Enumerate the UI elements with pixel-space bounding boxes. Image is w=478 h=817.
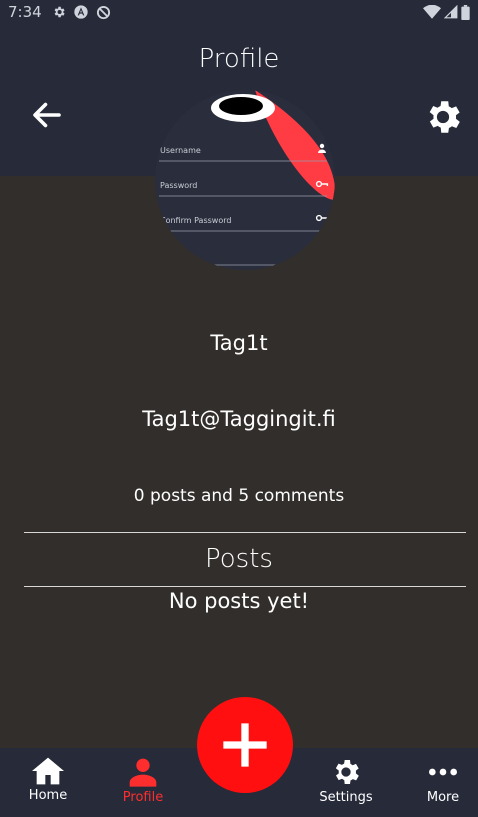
arrow-left-icon: [33, 102, 61, 128]
gear-icon: [54, 6, 65, 18]
nav-item-profile[interactable]: Profile: [95, 748, 191, 817]
nav-label-more: More: [426, 790, 460, 805]
battery-icon: [461, 4, 470, 20]
add-post-button[interactable]: [197, 697, 293, 793]
home-icon: [32, 757, 64, 785]
gear-icon: [335, 760, 359, 784]
posts-section-title: Posts: [205, 544, 273, 574]
status-bar: 7:34: [0, 0, 478, 24]
avatar-image: Username Password Confirm Password: [155, 90, 335, 270]
avatar-field-label: Password: [160, 181, 197, 190]
wifi-icon: [423, 5, 441, 19]
back-button[interactable]: [26, 94, 68, 136]
avatar-field-label: Username: [160, 146, 201, 155]
status-time: 7:34: [8, 3, 42, 21]
nav-label-profile: Profile: [122, 790, 164, 805]
nav-item-more[interactable]: More: [395, 748, 478, 817]
avatar-field-label: Confirm Password: [160, 216, 231, 225]
angular-icon: [74, 5, 88, 19]
plus-icon: [223, 723, 267, 767]
settings-button[interactable]: [420, 94, 466, 140]
profile-username: Tag1t: [210, 331, 268, 355]
person-icon: [129, 758, 157, 787]
posts-empty-message: No posts yet!: [168, 589, 310, 613]
signal-icon: [444, 5, 458, 19]
nav-item-settings[interactable]: Settings: [298, 748, 394, 817]
more-dots-icon: [429, 768, 457, 776]
profile-email: Tag1t@Taggingit.fi: [142, 407, 336, 431]
profile-stats: 0 posts and 5 comments: [133, 486, 345, 506]
page-title: Profile: [198, 44, 280, 74]
nav-item-home[interactable]: Home: [0, 748, 96, 817]
gear-icon: [429, 101, 460, 133]
avatar[interactable]: Username Password Confirm Password: [155, 90, 335, 270]
divider: [24, 586, 466, 587]
divider: [24, 532, 466, 533]
dnd-icon: [96, 5, 110, 19]
nav-label-settings: Settings: [319, 790, 373, 805]
nav-label-home: Home: [28, 788, 68, 803]
